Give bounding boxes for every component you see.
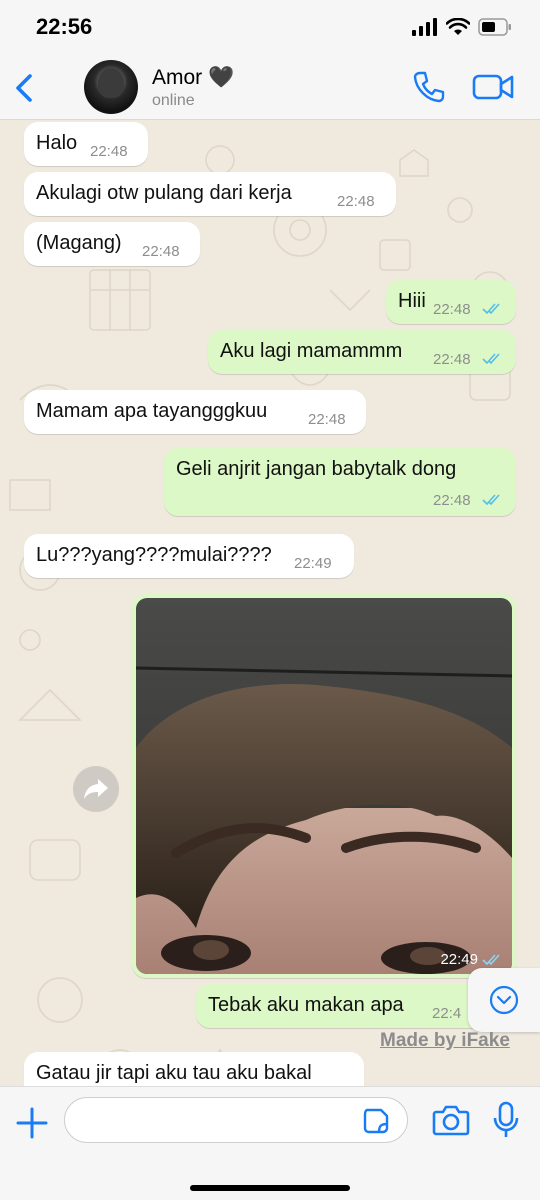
scroll-to-bottom-button[interactable] <box>468 968 540 1032</box>
message-time: 22:48 <box>90 143 128 160</box>
chat-area[interactable]: Halo 22:48 Akulagi otw pulang dari kerja… <box>0 120 540 1086</box>
microphone-icon[interactable] <box>492 1101 520 1139</box>
message-text: Akulagi otw pulang dari kerja <box>36 182 292 204</box>
photo-image[interactable] <box>136 598 512 974</box>
message-text: Hiii <box>398 290 426 312</box>
read-receipt-icon <box>482 303 500 315</box>
chat-header: Amor 🖤 online <box>0 58 540 120</box>
message-outgoing[interactable]: Aku lagi mamammm 22:48 <box>208 330 516 374</box>
message-incoming[interactable]: Mamam apa tayangggkuu 22:48 <box>24 390 366 434</box>
message-time: 22:48 <box>308 411 346 428</box>
message-incoming[interactable]: (Magang) 22:48 <box>24 222 200 266</box>
phone-icon[interactable] <box>412 70 446 104</box>
message-text: Gatau jir tapi aku tau aku bakal <box>36 1062 312 1084</box>
message-incoming[interactable]: Halo 22:48 <box>24 122 148 166</box>
message-incoming[interactable]: Akulagi otw pulang dari kerja 22:48 <box>24 172 396 216</box>
message-text: Mamam apa tayangggkuu <box>36 400 268 422</box>
chevron-down-icon <box>489 985 519 1015</box>
message-incoming[interactable]: Lu???yang????mulai???? 22:49 <box>24 534 354 578</box>
read-receipt-icon <box>482 353 500 365</box>
message-time: 22:48 <box>433 301 471 318</box>
message-text: (Magang) <box>36 232 122 254</box>
status-icons <box>412 18 512 36</box>
wifi-icon <box>446 18 470 35</box>
signal-icon <box>412 18 437 36</box>
message-outgoing-photo[interactable]: 22:49 <box>132 594 516 978</box>
message-text: Aku lagi mamammm <box>220 340 403 362</box>
message-time: 22:48 <box>337 193 375 210</box>
message-outgoing[interactable]: Geli anjrit jangan babytalk dong 22:48 <box>164 448 516 516</box>
message-time: 22:4 <box>432 1005 462 1022</box>
contact-name[interactable]: Amor 🖤 <box>152 66 234 90</box>
camera-icon[interactable] <box>432 1103 470 1137</box>
status-time: 22:56 <box>36 14 93 39</box>
message-text: Tebak aku makan apa <box>208 994 404 1016</box>
message-time: 22:48 <box>433 492 471 509</box>
message-outgoing[interactable]: Hiii 22:48 <box>386 280 516 324</box>
message-text: Lu???yang????mulai???? <box>36 544 272 566</box>
message-input[interactable] <box>64 1097 408 1143</box>
message-incoming[interactable]: Gatau jir tapi aku tau aku bakal <box>24 1052 364 1086</box>
message-time: 22:49 <box>440 951 478 968</box>
photo-time: 22:49 <box>440 951 502 968</box>
contact-status: online <box>152 92 195 109</box>
plus-icon[interactable] <box>14 1105 50 1141</box>
avatar[interactable] <box>84 60 138 114</box>
status-bar: 22:56 <box>0 0 540 58</box>
message-time: 22:48 <box>433 351 471 368</box>
home-indicator <box>190 1185 350 1191</box>
message-time: 22:48 <box>142 243 180 260</box>
message-text: Halo <box>36 132 78 154</box>
forward-icon <box>84 779 108 799</box>
read-receipt-icon <box>482 953 500 965</box>
composer-bar <box>0 1086 540 1200</box>
forward-button[interactable] <box>73 766 119 812</box>
message-text: Geli anjrit jangan babytalk dong <box>176 458 457 480</box>
selfie-photo <box>136 598 512 974</box>
sticker-icon[interactable] <box>362 1107 390 1135</box>
back-chevron-icon[interactable] <box>10 68 40 108</box>
message-time: 22:49 <box>294 555 332 572</box>
video-icon[interactable] <box>472 72 514 102</box>
watermark: Made by iFake <box>380 1030 510 1051</box>
battery-icon <box>478 18 511 36</box>
read-receipt-icon <box>482 494 500 506</box>
